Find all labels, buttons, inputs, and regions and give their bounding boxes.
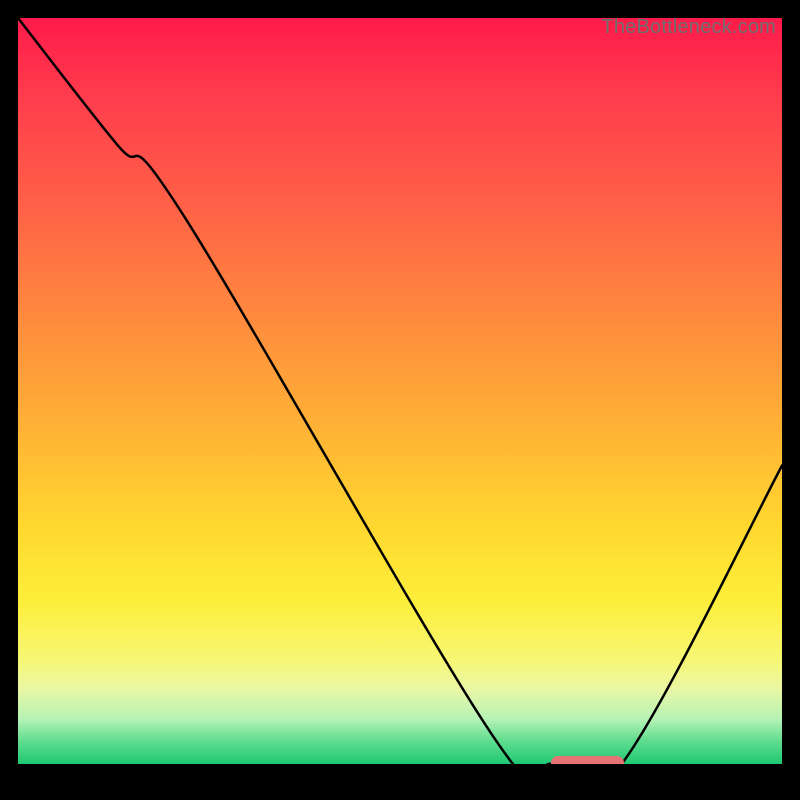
x-axis-strip [18, 764, 782, 782]
plot-gradient-background [18, 18, 782, 764]
chart-frame: TheBottleneck.com [18, 18, 782, 782]
watermark-text: TheBottleneck.com [601, 16, 776, 39]
